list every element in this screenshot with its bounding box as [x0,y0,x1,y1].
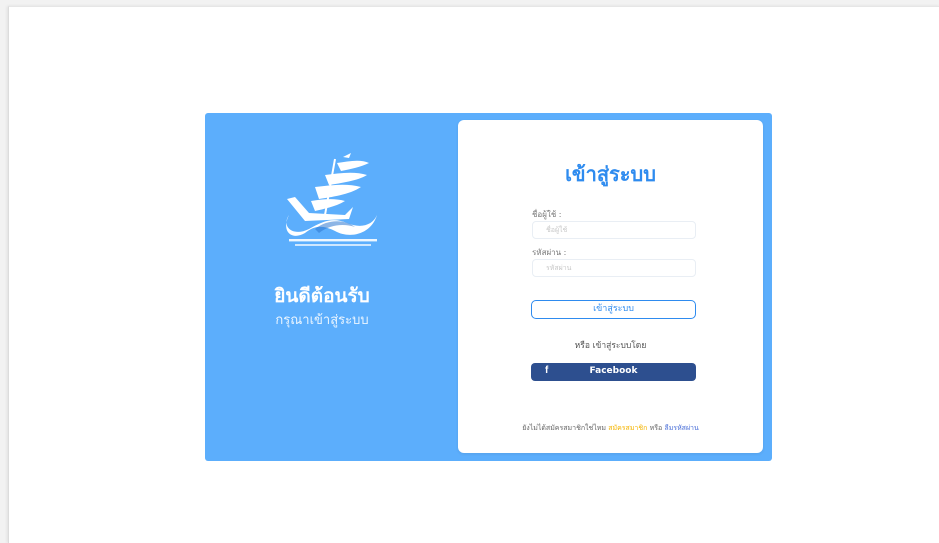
login-button[interactable]: เข้าสู่ระบบ [531,300,696,319]
facebook-button-label: Facebook [589,366,638,376]
welcome-title: ยินดีต้อนรับ [274,285,370,307]
password-label: รหัสผ่าน : [532,248,567,257]
register-link[interactable]: สมัครสมาชิก [608,424,647,432]
forgot-password-link[interactable]: ลืมรหัสผ่าน [664,424,698,432]
page-background: ยินดีต้อนรับ กรุณาเข้าสู่ระบบ เข้าสู่ระบ… [8,6,939,543]
login-panel: เข้าสู่ระบบ ชื่อผู้ใช้ : รหัสผ่าน : เข้า… [458,120,763,453]
username-input[interactable] [532,221,696,239]
ship-logo-icon [286,153,377,246]
welcome-panel: ยินดีต้อนรับ กรุณาเข้าสู่ระบบ [205,113,457,461]
footer-prefix-text: ยังไม่ได้สมัครสมาชิกใช่ไหม [522,424,606,432]
password-input[interactable] [532,259,696,277]
login-footer: ยังไม่ได้สมัครสมาชิกใช่ไหม สมัครสมาชิก ห… [458,423,763,434]
facebook-login-button[interactable]: f Facebook [531,363,696,381]
login-title: เข้าสู่ระบบ [565,162,656,186]
welcome-subtitle: กรุณาเข้าสู่ระบบ [275,313,369,328]
footer-or-text: หรือ [649,424,663,432]
username-label: ชื่อผู้ใช้ : [532,210,562,219]
or-login-with-text: หรือ เข้าสู่ระบบโดย [574,341,647,351]
login-card: ยินดีต้อนรับ กรุณาเข้าสู่ระบบ เข้าสู่ระบ… [205,113,772,461]
